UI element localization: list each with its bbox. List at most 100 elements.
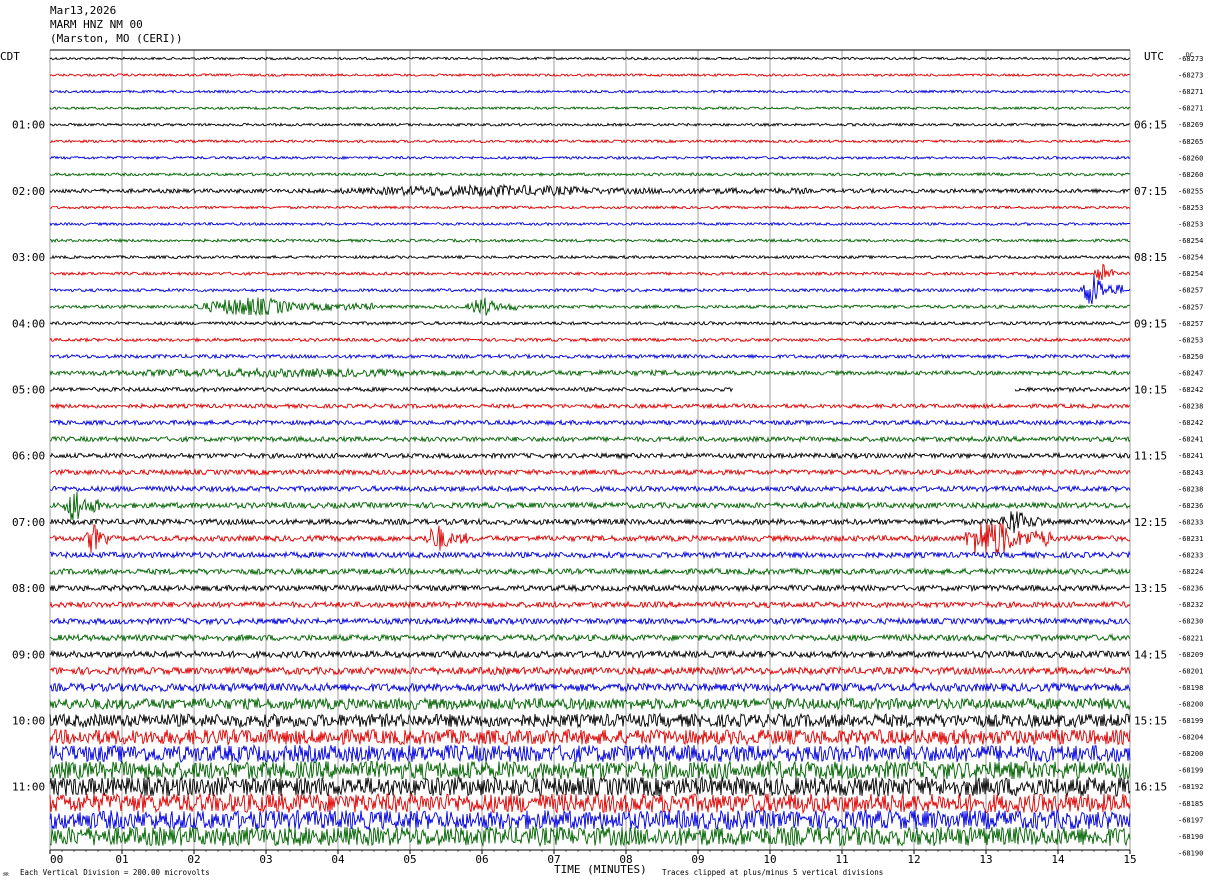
- dc-offset-label: -68254: [1178, 254, 1203, 262]
- trace-row: [49, 484, 1131, 494]
- cdt-hour-label: 02:00: [12, 185, 45, 198]
- trace-row: [49, 297, 1131, 317]
- dc-offset-label: -68271: [1178, 88, 1203, 96]
- trace-row: [49, 205, 1131, 210]
- dc-offset-label: -68230: [1178, 618, 1203, 626]
- x-tick-label: 02: [187, 853, 200, 866]
- dc-offset-label: -68260: [1178, 171, 1203, 179]
- dc-offset-label: -68200: [1178, 700, 1203, 708]
- trace-row: [49, 366, 1131, 379]
- x-tick-label: 04: [331, 853, 345, 866]
- logo-icon: ♒: [2, 870, 9, 879]
- trace-row: [49, 56, 1131, 61]
- dc-offset-label: -68255: [1178, 187, 1203, 195]
- trace-row: [49, 435, 1131, 444]
- dc-offset-label: -68257: [1178, 287, 1203, 295]
- dc-offset-label: -68253: [1178, 204, 1203, 212]
- dc-offset-label: -68221: [1178, 634, 1203, 642]
- dc-offset-label: -68242: [1178, 386, 1203, 394]
- dc-offset-label: -68254: [1178, 237, 1203, 245]
- trace-row: [49, 221, 1131, 227]
- trace-row: [49, 665, 1131, 677]
- cdt-hour-label: 09:00: [12, 648, 45, 661]
- cdt-hour-label: 07:00: [12, 516, 45, 529]
- dc-offset-label: -68185: [1178, 800, 1203, 808]
- cdt-hour-label: 08:00: [12, 582, 45, 595]
- x-tick-label: 01: [115, 853, 128, 866]
- trace-row: [49, 72, 1131, 78]
- trace-row: [49, 138, 1131, 144]
- trace-row: [49, 171, 1131, 177]
- cdt-hour-label: 04:00: [12, 317, 45, 330]
- trace-row: [49, 451, 1131, 460]
- trace-row: [49, 696, 1131, 711]
- dc-offset-label: -68257: [1178, 320, 1203, 328]
- trace-row: [49, 386, 1131, 393]
- trace-row: [49, 775, 1131, 798]
- trace-row: [49, 336, 1131, 343]
- trace-row: [49, 511, 1131, 534]
- x-tick-label: 11: [835, 853, 848, 866]
- dc-offset-label: -68236: [1178, 585, 1203, 593]
- dc-offset-label: -68198: [1178, 684, 1203, 692]
- dc-offset-label: -68201: [1178, 667, 1203, 675]
- dc-offset-label: -68243: [1178, 469, 1203, 477]
- x-tick-label: 14: [1051, 853, 1065, 866]
- dc-offset-label: -68238: [1178, 403, 1203, 411]
- dc-offset-label: -68190: [1178, 833, 1203, 841]
- x-tick-label: 12: [907, 853, 920, 866]
- right-axis-label: UTC: [1144, 50, 1164, 63]
- chart-axes: 00 01 02 03 04 05 06 07 08 09 10 11 12 13 14 1501:0002:…: [12, 49, 1203, 866]
- trace-row: [49, 633, 1131, 643]
- dc-offset-label: -68236: [1178, 502, 1203, 510]
- dc-offset-label: -68250: [1178, 353, 1203, 361]
- dc-offset-label: -68224: [1178, 568, 1203, 576]
- dc-offset-label: -68253: [1178, 336, 1203, 344]
- trace-row: [49, 352, 1131, 360]
- scale-note: Each Vertical Division = 200.00 microvol…: [20, 868, 210, 877]
- trace-row: [49, 491, 1131, 521]
- trace-row: [49, 89, 1131, 94]
- trace-row: [49, 183, 1130, 198]
- utc-hour-label: 11:15: [1134, 450, 1167, 463]
- trace-row: [49, 649, 1130, 660]
- dc-offset-label: -68233: [1178, 518, 1203, 526]
- x-tick-label: 10: [763, 853, 776, 866]
- utc-hour-label: 13:15: [1134, 582, 1167, 595]
- time-grid: [49, 50, 1131, 850]
- trace-row: [49, 468, 1131, 477]
- helicorder-chart: 00 01 02 03 04 05 06 07 08 09 10 11 12 13 14 1501:0002:…: [0, 49, 1203, 879]
- seismic-traces: [49, 56, 1131, 848]
- cdt-hour-label: 10:00: [12, 715, 45, 728]
- dc-offset-label: -68247: [1178, 369, 1203, 377]
- utc-hour-label: 12:15: [1134, 516, 1167, 529]
- trace-row: [49, 254, 1131, 260]
- dc-offset-label: -68257: [1178, 303, 1203, 311]
- trace-row: [49, 600, 1131, 610]
- dc-offset-header: DC: [1186, 52, 1194, 59]
- x-tick-label: 09: [691, 853, 704, 866]
- trace-row: [49, 583, 1131, 593]
- trace-row: [49, 616, 1131, 626]
- trace-row: [49, 155, 1131, 161]
- x-tick-label: 03: [259, 853, 272, 866]
- dc-offset-label: -68231: [1178, 535, 1203, 543]
- cdt-hour-label: 11:00: [12, 781, 45, 794]
- dc-offset-label: -68238: [1178, 485, 1203, 493]
- trace-row: [49, 522, 1131, 554]
- utc-hour-label: 15:15: [1134, 715, 1167, 728]
- dc-offset-label: -68254: [1178, 270, 1203, 278]
- utc-hour-label: 10:15: [1134, 384, 1167, 397]
- dc-offset-label: -68190: [1178, 849, 1203, 857]
- x-tick-label: 05: [403, 853, 416, 866]
- dc-offset-label: -68241: [1178, 452, 1203, 460]
- dc-offset-label: -68265: [1178, 138, 1203, 146]
- dc-offset-label: -68192: [1178, 783, 1203, 791]
- trace-row: [49, 122, 1131, 128]
- trace-row: [49, 275, 1131, 305]
- dc-offset-label: -68253: [1178, 221, 1203, 229]
- utc-hour-label: 16:15: [1134, 781, 1167, 794]
- dc-offset-label: -68209: [1178, 651, 1203, 659]
- clip-note: Traces clipped at plus/minus 5 vertical …: [662, 868, 883, 877]
- dc-offset-label: -68204: [1178, 734, 1203, 742]
